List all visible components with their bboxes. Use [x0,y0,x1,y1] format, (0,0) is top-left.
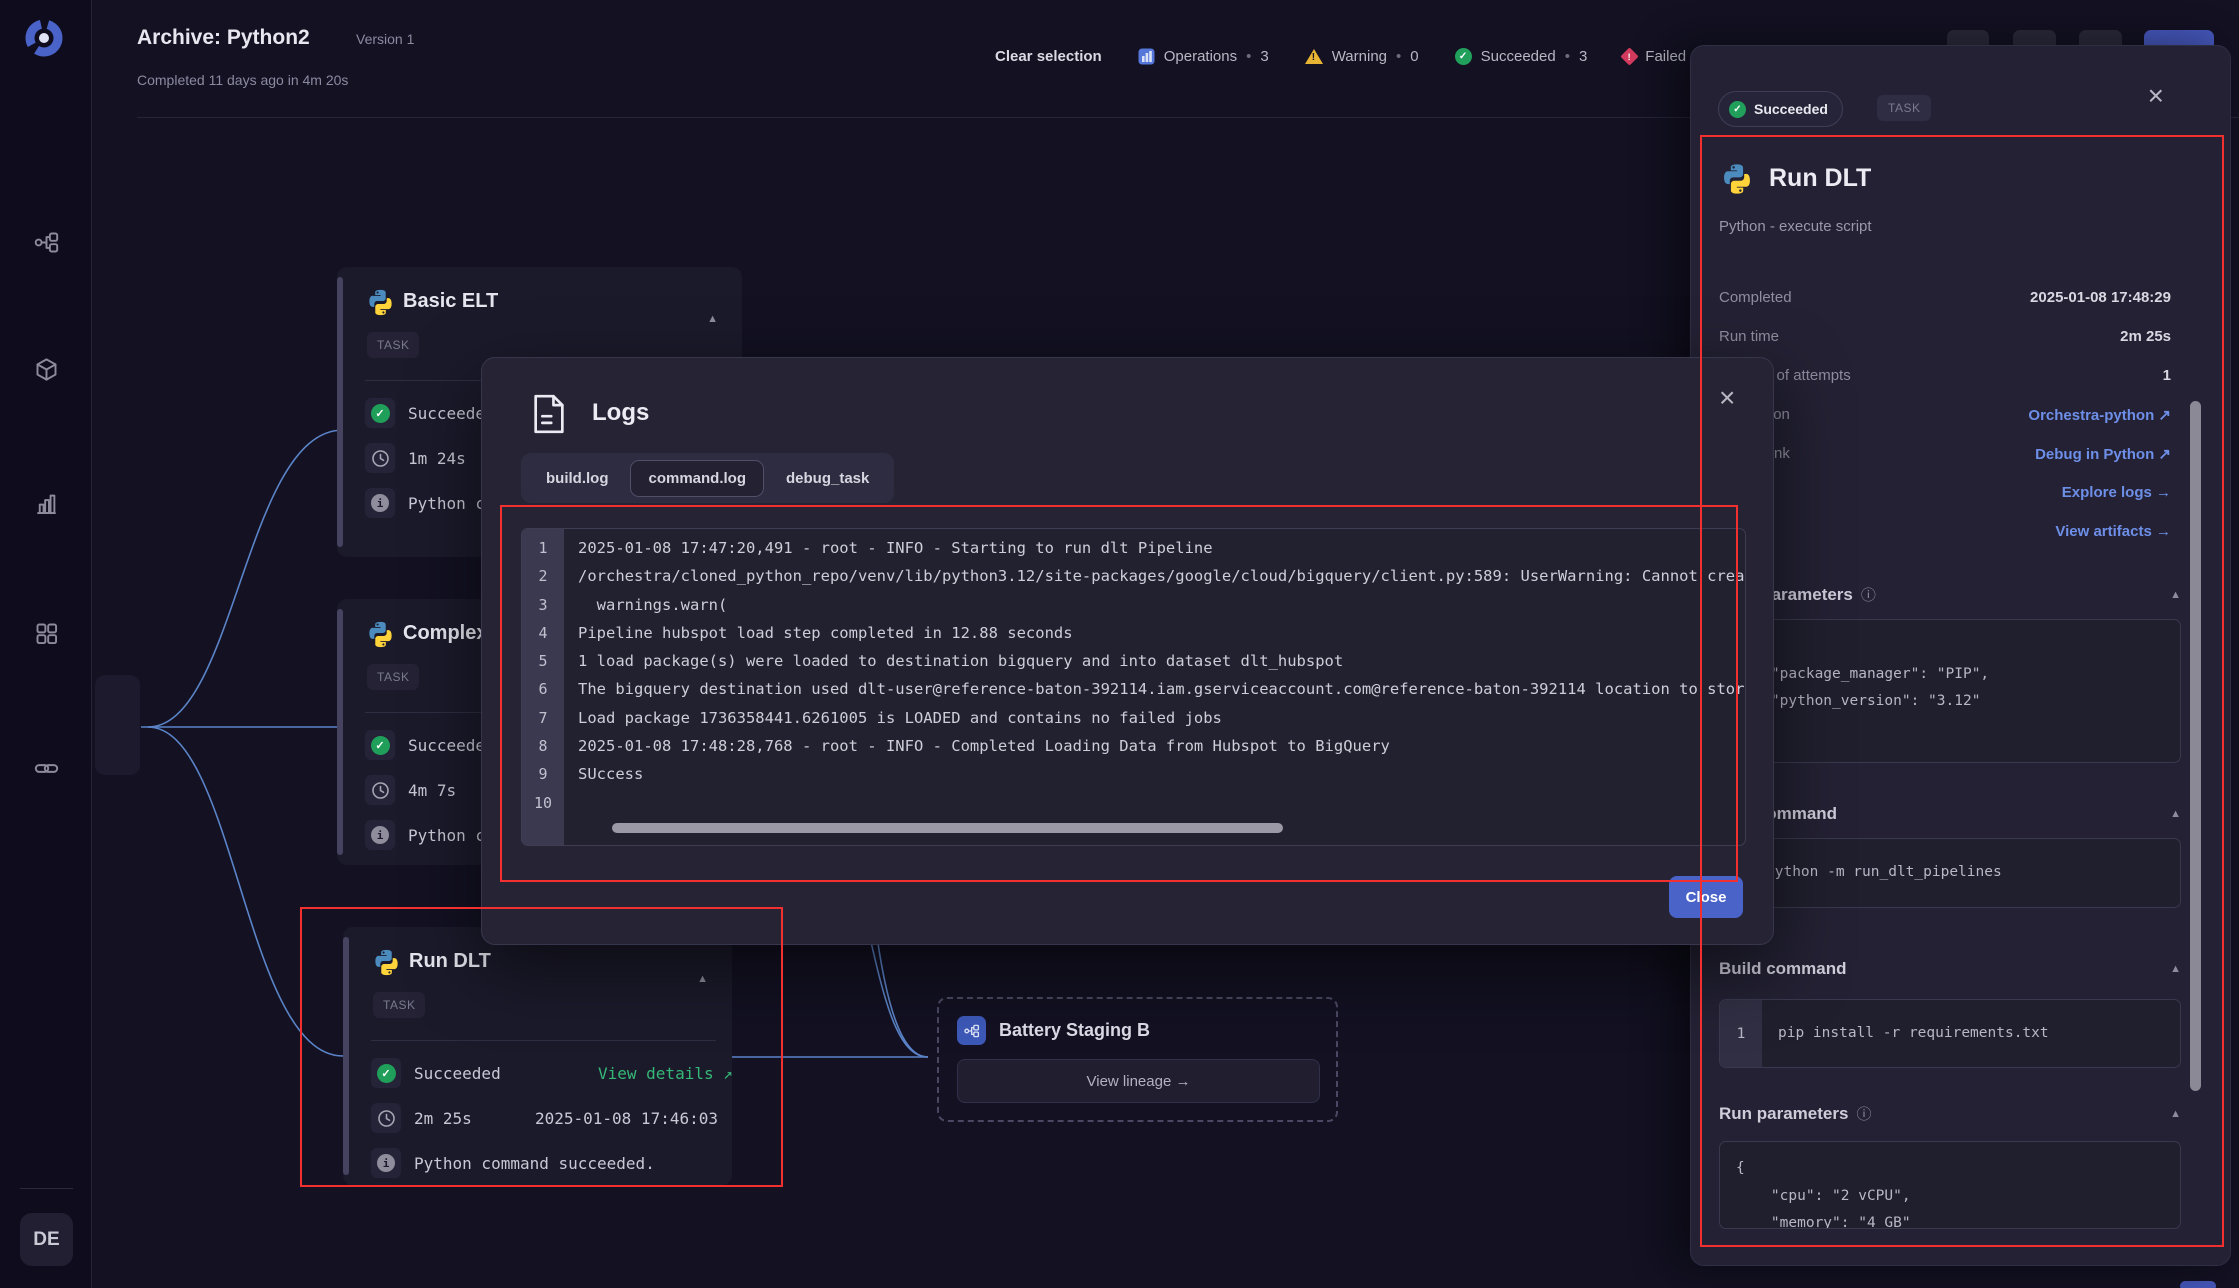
status-warning[interactable]: ! Warning • 0 [1304,48,1419,65]
pipeline-title: Battery Staging B [999,1020,1151,1040]
sidebar: DE [0,0,92,1288]
annotation-box-logs [500,505,1738,882]
info-icon: i [365,488,395,518]
clear-selection-button[interactable]: Clear selection [995,48,1102,65]
pipelines-flow-icon[interactable] [33,229,60,256]
clock-icon [365,775,395,805]
bottom-right-button[interactable] [2180,1281,2216,1288]
succeeded-icon: ✓ [1454,47,1472,65]
pipeline-stub-node[interactable] [95,675,140,775]
annotation-box-panel [1700,135,2224,1247]
card-title: Complex [403,622,488,644]
sidebar-divider [20,1188,73,1189]
user-avatar[interactable]: DE [20,1213,73,1266]
task-type-badge: TASK [1877,95,1932,121]
clock-icon [365,443,395,473]
completed-subtitle: Completed 11 days ago in 4m 20s [137,72,349,88]
log-tabs: build.log command.log debug_task [521,453,895,503]
status-succeeded[interactable]: ✓ Succeeded • 3 [1454,47,1587,65]
python-icon [369,621,392,648]
card-title: Basic ELT [403,290,499,312]
annotation-box-run-dlt-card [300,907,783,1187]
connections-link-icon[interactable] [33,755,60,782]
integrations-cube-icon[interactable] [33,356,60,383]
status-failed[interactable]: ! Failed [1620,46,1686,66]
tab-build-log[interactable]: build.log [528,460,626,497]
view-lineage-button[interactable]: View lineage → [957,1059,1320,1103]
task-type-badge: TASK [367,332,420,358]
status-topbar: Clear selection Operations • 3 ! Warning… [995,40,1686,72]
failed-icon: ! [1620,46,1639,66]
app-root: DE Archive: Python2 Version 1 Completed … [0,0,2239,1288]
succeeded-icon: ✓ [365,398,395,428]
python-icon [369,289,392,316]
pipeline-card-battery-staging-b[interactable]: Battery Staging B View lineage → [937,997,1338,1122]
succeeded-icon: ✓ [1729,100,1746,118]
status-badge: ✓ Succeeded [1718,91,1843,127]
apps-grid-icon[interactable] [33,620,60,647]
task-type-badge: TASK [367,664,420,690]
pipeline-flow-icon [957,1016,986,1045]
warning-icon: ! [1304,48,1323,64]
version-label: Version 1 [356,31,415,47]
tab-command-log[interactable]: command.log [630,459,764,497]
modal-title: Logs [592,399,650,426]
page-title: Archive: Python2 [137,26,310,49]
succeeded-icon: ✓ [365,730,395,760]
metrics-chart-icon[interactable] [33,490,60,517]
collapse-icon[interactable]: ▲ [707,313,718,325]
status-operations[interactable]: Operations • 3 [1138,48,1269,65]
operations-icon [1138,48,1155,65]
tab-debug-task[interactable]: debug_task [768,460,887,497]
info-icon: i [365,820,395,850]
orchestra-logo-icon[interactable] [24,18,64,58]
document-icon [531,394,567,434]
panel-close-icon[interactable]: × [2148,82,2164,110]
